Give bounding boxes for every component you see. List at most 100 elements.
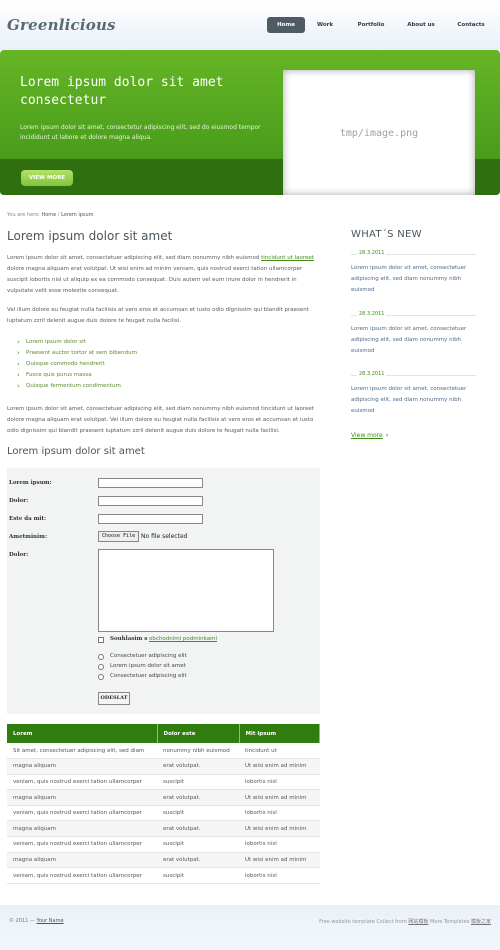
chevron-right-icon: › [385, 432, 389, 439]
site-footer: © 2011 — Your Name Free website template… [0, 905, 500, 950]
choose-file-button[interactable]: Choose File [98, 531, 140, 542]
radio-option-2[interactable] [98, 664, 104, 670]
bullet-arrow-icon: › [17, 338, 20, 346]
page-title: Lorem ipsum dolor sit amet [7, 229, 173, 243]
breadcrumb-current[interactable]: Lorem ipsum [61, 212, 93, 218]
news-date-text: 28.3.2011 [357, 311, 387, 317]
credits-link-1[interactable]: 网站模板 [408, 919, 428, 925]
site-logo[interactable]: Greenlicious [7, 16, 116, 34]
site-header: Greenlicious Home Work Portfolio About u… [0, 0, 500, 50]
table-cell: Sit amet, consectetuer adipiscing elit, … [7, 743, 157, 760]
dolor-input[interactable] [98, 496, 203, 506]
nav-home[interactable]: Home [267, 17, 305, 33]
table-cell: nonummy nibh euismod [157, 743, 239, 760]
table-row: magna aliquam erat volutpat. Ut wisi enim … [7, 758, 320, 775]
list-item: › Praesent auctor tortor at sem bibendum [17, 348, 137, 359]
radio-label-3: Consectetuer adipiscing elit [110, 673, 187, 679]
second-paragraph: Vel illum dolore eu feugiat nulla facili… [7, 307, 309, 324]
table-cell: Ut wisi enim ad minim [239, 789, 320, 806]
name-input[interactable] [98, 478, 203, 488]
list-item-label: Fusce quis purus massa [26, 372, 92, 378]
table-cell: suscipit [157, 774, 239, 791]
message-textarea[interactable] [98, 549, 274, 632]
list-item-label: Quisque fermentum condimentum [26, 383, 121, 389]
nav-work[interactable]: Work [308, 17, 342, 33]
label-email: Este da mit: [9, 516, 47, 522]
table-row: veniam, quis nostrud exerci tation ullam… [7, 867, 320, 884]
table-cell: magna aliquam [7, 820, 157, 838]
terms-checkbox[interactable] [98, 637, 104, 643]
news-date: 28.3.2011 [351, 371, 476, 379]
intro-text-b: dolore magna aliquam erat volutpat. Ut w… [7, 266, 303, 294]
news-item[interactable]: Lorem ipsum dolor sit amet, consectetuer… [351, 263, 481, 296]
bullet-arrow-icon: › [17, 360, 20, 368]
table-row: magna aliquam erat volutpat. Ut wisi enim … [7, 789, 320, 806]
table-row: Sit amet, consectetuer adipiscing elit, … [7, 743, 320, 760]
radio-label-2: Lorem ipsum dolor sit amet [110, 663, 186, 669]
table-cell: lobortis nisl [239, 836, 320, 853]
intro-link[interactable]: tincidunt ut laoreet [261, 255, 314, 261]
bullet-arrow-icon: › [17, 382, 20, 390]
view-more-label[interactable]: View more [351, 432, 383, 439]
table-row: magna aliquam erat volutpat. Ut wisi enim … [7, 852, 320, 869]
sidebar-title: WHAT´S NEW [351, 229, 422, 240]
news-date-text: 28.3.2011 [357, 250, 387, 256]
credits-text-2: More Templates [429, 919, 470, 925]
credits-link-2[interactable]: 模板之家 [471, 919, 491, 925]
table-cell: magna aliquam [7, 852, 157, 869]
table-cell: suscipit [157, 805, 239, 822]
nav-contacts[interactable]: Contacts [452, 17, 490, 33]
news-date: 28.3.2011 [351, 250, 476, 258]
table-cell: suscipit [157, 836, 239, 853]
table-cell: Ut wisi enim ad minim [239, 852, 320, 869]
label-name: Lorem ipsum: [9, 480, 52, 486]
label-dolor: Dolor: [9, 498, 29, 504]
table-header: Lorem [7, 724, 158, 743]
list-item: › Fusce quis purus massa [17, 370, 137, 381]
table-cell: magna aliquam [7, 758, 157, 775]
view-more-button[interactable]: VIEW MORE [21, 170, 73, 186]
radio-option-3[interactable] [98, 674, 104, 680]
footer-name-link[interactable]: Your Name [37, 918, 64, 924]
nav-portfolio[interactable]: Portfolio [352, 17, 390, 33]
news-date: 28.3.2011 [351, 311, 476, 319]
news-item[interactable]: Lorem ipsum dolor sit amet, consectetuer… [351, 384, 481, 417]
table-cell: tincidunt ut [239, 743, 320, 760]
data-table: Lorem Dolor este Mit ipsum Sit amet, con… [7, 724, 320, 884]
breadcrumb-prefix: You are here: [7, 212, 40, 218]
table-row: veniam, quis nostrud exerci tation ullam… [7, 774, 320, 791]
table-cell: veniam, quis nostrud exerci tation ullam… [7, 867, 157, 884]
terms-label-text: Souhlasim s [110, 636, 148, 642]
intro-paragraph: Lorem ipsum dolor sit amet, consectetuer… [7, 253, 320, 297]
table-cell: erat volutpat. [157, 758, 239, 775]
radio-label-1: Consectetuer adipiscing elit [110, 653, 187, 659]
radio-option-1[interactable] [98, 654, 104, 660]
intro-text-a: Lorem ipsum dolor sit amet, consectetuer… [7, 255, 262, 261]
list-item: › Quisque commodo hendrerit [17, 359, 137, 370]
email-input[interactable] [98, 514, 203, 524]
nav-about-us[interactable]: About us [402, 17, 440, 33]
third-paragraph: Lorem ipsum dolor sit amet, consectetuer… [7, 406, 314, 434]
table-cell: erat volutpat. [157, 820, 239, 838]
submit-button[interactable]: ODESLAT [98, 692, 130, 705]
terms-link[interactable]: obchodnimi podminkami [149, 636, 217, 642]
table-cell: veniam, quis nostrud exerci tation ullam… [7, 805, 157, 822]
form-section-title: Lorem ipsum dolor sit amet [7, 446, 145, 457]
list-item: › Lorem ipsum dolor sit [17, 337, 137, 348]
view-more-link[interactable]: View more › [351, 432, 388, 439]
list-item-label: Quisque commodo hendrerit [26, 361, 105, 367]
footer-credits: Free website template Collect from 网站模板 … [319, 918, 491, 925]
file-status: No file selected [141, 533, 188, 540]
table-header: Dolor este [157, 724, 240, 743]
breadcrumb-separator: / [57, 212, 60, 218]
table-header-row: Lorem Dolor este Mit ipsum [7, 724, 320, 743]
feature-list: › Lorem ipsum dolor sit › Praesent auctor … [17, 337, 137, 392]
news-item[interactable]: Lorem ipsum dolor sit amet, consectetuer… [351, 324, 481, 357]
label-file: Ametminim: [9, 534, 47, 540]
table-cell: lobortis nisl [239, 867, 320, 884]
table-cell: lobortis nisl [239, 805, 320, 822]
list-item-label: Praesent auctor tortor at sem bibendum [26, 350, 137, 356]
breadcrumb-home-link[interactable]: Home [41, 212, 56, 218]
table-cell: Ut wisi enim ad minim [239, 820, 320, 838]
terms-label: Souhlasim s obchodnimi podminkami [110, 636, 217, 642]
